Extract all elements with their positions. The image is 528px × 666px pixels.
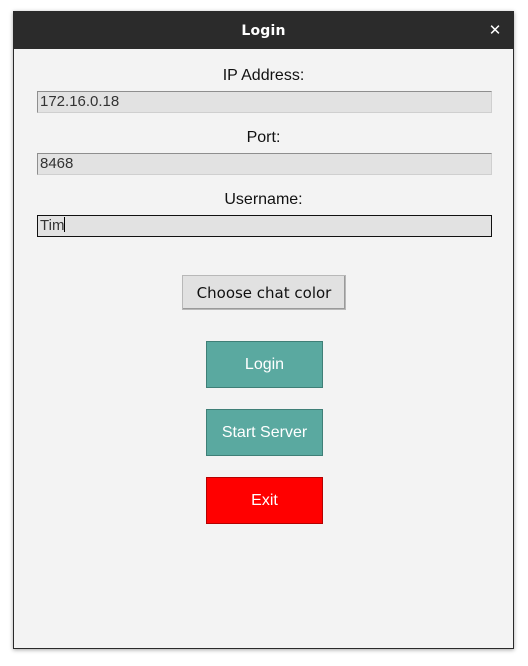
window-title: Login: [241, 22, 286, 39]
username-field[interactable]: Tim: [37, 215, 492, 237]
login-window: Login ✕ IP Address: 172.16.0.18 Port: 84…: [13, 11, 514, 649]
username-value: Tim: [40, 217, 65, 234]
text-caret: [64, 217, 66, 232]
ip-address-field[interactable]: 172.16.0.18: [37, 91, 492, 113]
ip-address-label: IP Address:: [222, 67, 305, 84]
username-label: Username:: [224, 191, 303, 208]
login-button[interactable]: Login: [206, 341, 323, 388]
port-label: Port:: [246, 129, 281, 146]
choose-chat-color-button[interactable]: Choose chat color: [182, 275, 346, 310]
start-server-button[interactable]: Start Server: [206, 409, 323, 456]
title-bar[interactable]: Login ✕: [14, 12, 513, 49]
port-field[interactable]: 8468: [37, 153, 492, 175]
close-icon[interactable]: ✕: [486, 21, 504, 39]
exit-button[interactable]: Exit: [206, 477, 323, 524]
